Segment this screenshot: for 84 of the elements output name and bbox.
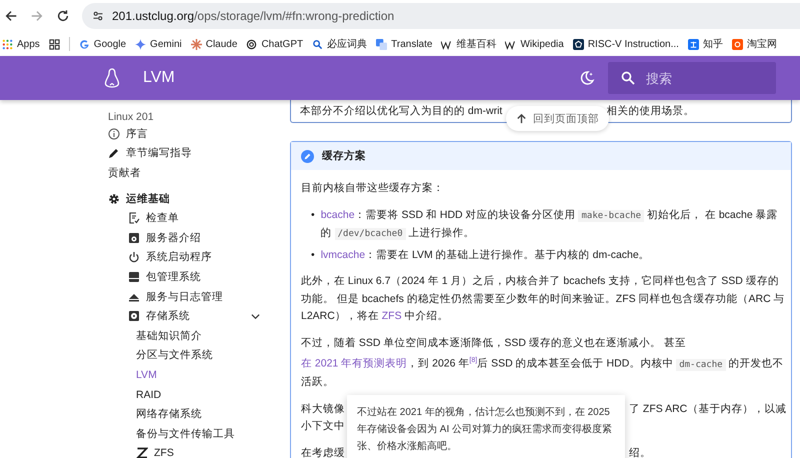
gear-icon bbox=[108, 192, 120, 205]
nav-item[interactable]: 序言 bbox=[108, 124, 270, 144]
link[interactable]: 在 2021 年有预测表明 bbox=[301, 358, 408, 370]
link[interactable]: bcache bbox=[320, 208, 355, 220]
admonition-title: 缓存方案 bbox=[322, 149, 366, 163]
inline-code: /dev/bcache0 bbox=[334, 228, 406, 240]
nav-section-title: Linux 201 bbox=[108, 110, 155, 124]
nav-item[interactable]: 存储系统 bbox=[108, 306, 270, 326]
paragraph: 不过，随着 SSD 单位空间成本逐渐降低，SSD 缓存的意义也在逐渐减小。 甚至 在 2021 年有预测表明，到 2026 年$^{[8]}$后 SSD 的成本甚至会低于 HDD。内核中 dm-cache 的开发也不活跃。 bbox=[301, 336, 784, 390]
nav-item[interactable]: 服务与日志管理 bbox=[108, 286, 270, 306]
moon-stars-icon[interactable] bbox=[579, 70, 595, 86]
footnote-link[interactable]: [8] bbox=[469, 357, 478, 364]
bookmark[interactable]: Wikipedia bbox=[505, 38, 564, 50]
url-text: 201.ustclug.org/ops/storage/lvm/#fn:wrong-prediction bbox=[112, 9, 394, 23]
nav-item[interactable]: 分区与文件系统 bbox=[108, 346, 270, 366]
bookmark[interactable]: 维基百科 bbox=[441, 37, 496, 51]
text-fragment: 科大镜像 bbox=[301, 402, 345, 416]
bookmark[interactable]: 知乎 bbox=[688, 37, 723, 51]
search-icon bbox=[621, 71, 635, 85]
page-title: LVM bbox=[143, 69, 175, 87]
z-icon bbox=[136, 447, 148, 458]
nav-item[interactable]: 备份与文件传输工具 bbox=[108, 424, 270, 444]
wiki-icon bbox=[505, 38, 516, 50]
chevron-icon[interactable] bbox=[251, 312, 260, 321]
inline-code: dm-cache bbox=[676, 358, 726, 370]
list-item: bcache：需要将 SSD 和 HDD 对应的块设备分区使用 make-bcache 初始化后， 在 bcache 暴露的 /dev/bcache0 上进行操作。 bbox=[320, 208, 779, 242]
bookmark[interactable]: Apps bbox=[2, 38, 40, 50]
footnote-popup: 不过站在 2021 年的视角，估计怎么也预测不到，在 2025 年存储设备会因为 AI 公司对算力的疯狂需求而变得极度紧张、价格水涨船高吧。 bbox=[347, 394, 625, 458]
nav-item[interactable]: 贡献者 bbox=[108, 163, 270, 183]
nav-item[interactable]: 运维基础 bbox=[108, 188, 270, 208]
bookmark[interactable]: Gemini bbox=[135, 38, 182, 50]
pen-icon bbox=[108, 147, 120, 160]
inline-code: make-bcache bbox=[578, 210, 644, 222]
list-item: lvmcache：需要在 LVM 的基础上进行操作。基于内核的 dm-cache。 bbox=[320, 248, 651, 262]
link[interactable]: lvmcache bbox=[320, 248, 366, 260]
bookmark[interactable]: Translate bbox=[376, 38, 432, 50]
apps-grid-icon bbox=[2, 38, 13, 50]
bullet-marker: • bbox=[311, 248, 315, 262]
text-fragment: 了 ZFS ARC（基于内存），以减 bbox=[629, 402, 786, 416]
search-field[interactable]: 搜索 bbox=[608, 62, 776, 94]
info-icon bbox=[108, 128, 120, 140]
checklist-icon bbox=[128, 212, 140, 224]
nav-item[interactable]: 基础知识简介 bbox=[108, 326, 270, 346]
bullet-marker: • bbox=[311, 208, 315, 222]
text-fragment: 绍。 bbox=[629, 446, 651, 458]
arrow-up-icon bbox=[516, 113, 527, 124]
address-bar[interactable]: 201.ustclug.org/ops/storage/lvm/#fn:wrong-prediction bbox=[82, 3, 800, 29]
pencil-circle-icon bbox=[301, 150, 314, 162]
text-fragment: 在考虑缓 bbox=[301, 446, 345, 458]
nav-item[interactable]: ZFS bbox=[108, 444, 270, 458]
bookmark[interactable]: Claude bbox=[190, 38, 238, 50]
note-text: 相关的使用场景。 bbox=[606, 104, 694, 118]
nav-item[interactable]: 检查单 bbox=[108, 208, 270, 228]
search-icon bbox=[312, 38, 324, 50]
site-settings-icon[interactable] bbox=[92, 10, 104, 22]
wiki-icon bbox=[441, 38, 452, 50]
power-icon bbox=[128, 251, 140, 264]
note-text: 本部分不介绍以优化写入为目的的 dm-writ bbox=[300, 104, 502, 118]
nav-item[interactable]: RAID bbox=[108, 384, 270, 404]
text-fragment: 小下文中 bbox=[301, 419, 345, 434]
hard-disk-icon bbox=[128, 310, 140, 322]
bookmark[interactable]: 淘宝网 bbox=[732, 37, 777, 51]
sparkle-icon bbox=[135, 38, 146, 50]
nav-item[interactable]: 网络存储系统 bbox=[108, 404, 270, 424]
nav-item[interactable]: 服务器介绍 bbox=[108, 228, 270, 248]
paragraph: 此外，在 Linux 6.7（2024 年 1 月）之后，内核合并了 bcachefs 支持，它同样也包含了 SSD 缓存的功能。 但是 bcachefs 的稳定性仍然需要至少数年的时间来验证。ZFS 同样也包含缓存功能（ARC 与 L2ARC），将在 ZFS 中介绍。 bbox=[301, 274, 785, 324]
bookmark[interactable]: Google bbox=[78, 38, 126, 50]
reload-icon[interactable] bbox=[56, 9, 70, 23]
paragraph: 目前内核自带这些缓存方案： bbox=[301, 181, 445, 196]
package-icon bbox=[128, 270, 140, 283]
nav-item[interactable]: 章节编写指导 bbox=[108, 144, 270, 164]
tab-groups-icon[interactable] bbox=[48, 38, 60, 50]
bookmark[interactable]: RISC-V Instruction... bbox=[572, 38, 679, 50]
bookmark[interactable]: 必应词典 bbox=[312, 37, 368, 51]
google-icon bbox=[78, 38, 90, 50]
pentagon-icon bbox=[572, 38, 584, 50]
starburst-icon bbox=[190, 38, 202, 50]
nav-item[interactable]: LVM bbox=[108, 365, 270, 385]
back-icon[interactable] bbox=[4, 9, 18, 23]
nav-item[interactable]: 系统启动程序 bbox=[108, 248, 270, 268]
translate-icon bbox=[376, 38, 388, 50]
nav-item[interactable]: 包管理系统 bbox=[108, 267, 270, 287]
bookmark[interactable]: ChatGPT bbox=[246, 38, 304, 50]
link[interactable]: ZFS bbox=[382, 310, 402, 322]
